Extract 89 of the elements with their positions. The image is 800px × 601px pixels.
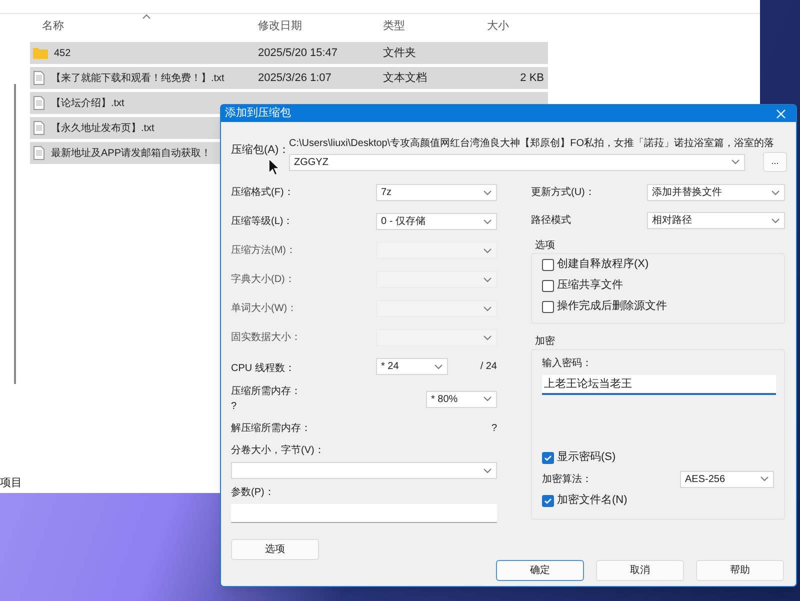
field-label: 加密算法：: [542, 472, 592, 486]
field-label: 压缩所需内存：: [231, 384, 301, 399]
field-label: 压缩方法(M)：: [231, 244, 296, 258]
checkbox-label: 创建自释放程序(X): [557, 256, 649, 272]
dropdown[interactable]: 添加并替换文件: [647, 184, 785, 201]
file-name: 【论坛介绍】.txt: [51, 96, 124, 110]
group-title: 加密: [535, 334, 556, 349]
sort-caret-icon: [142, 14, 151, 19]
field-label: 固实数据大小：: [231, 330, 301, 345]
dropdown[interactable]: ZGGYZ: [289, 154, 745, 170]
thread-total: / 24: [480, 360, 497, 374]
file-name: 452: [54, 46, 71, 60]
folder-icon: [33, 47, 48, 59]
checkbox-label: 压缩共享文件: [557, 278, 623, 294]
status-text: 项目: [0, 476, 22, 491]
field-label: 参数(P)：: [231, 486, 276, 500]
document-icon: [33, 121, 45, 135]
chevron-down-icon: [771, 190, 780, 196]
dropdown[interactable]: * 80%: [426, 390, 497, 408]
chevron-down-icon: [434, 364, 443, 370]
dropdown[interactable]: [231, 462, 497, 479]
field-label: 分卷大小，字节(V)：: [231, 444, 326, 458]
dropdown[interactable]: 相对路径: [647, 212, 785, 229]
dropdown[interactable]: AES-256: [680, 470, 774, 488]
memory-value: ?: [231, 400, 238, 414]
column-header[interactable]: 修改日期: [258, 18, 383, 34]
document-icon: [33, 146, 45, 160]
chevron-down-icon: [483, 306, 492, 312]
archive-path: C:\Users\liuxi\Desktop\专攻高颜值网红台湾渔良大神【郑原创】FO私拍，女推「諾菈」诺拉浴室篇，浴室的落: [289, 136, 776, 151]
chevron-down-icon: [483, 334, 492, 340]
field-label: 压缩等级(L)：: [231, 214, 294, 229]
column-header[interactable]: 类型: [383, 18, 487, 34]
chevron-down-icon: [483, 396, 492, 402]
password-field[interactable]: 上老王论坛当老王: [542, 375, 776, 395]
dialog-button[interactable]: 取消: [596, 560, 684, 581]
checkbox[interactable]: [542, 494, 554, 506]
field-label: 压缩包(A)：: [231, 144, 283, 158]
field-label: 字典大小(D)：: [231, 272, 295, 287]
dialog-button[interactable]: 帮助: [696, 560, 784, 581]
checkbox[interactable]: [542, 300, 554, 312]
dialog-button[interactable]: 确定: [496, 560, 584, 581]
checkbox-label: 操作完成后删除源文件: [557, 298, 667, 314]
checkbox-label: 加密文件名(N): [557, 492, 628, 508]
field-label: 解压缩所需内存：: [231, 422, 311, 436]
chevron-down-icon: [731, 159, 740, 165]
column-header[interactable]: 名称: [30, 18, 258, 34]
field-label: 输入密码：: [542, 356, 593, 371]
chevron-down-icon: [483, 218, 492, 224]
file-type: 文本文档: [383, 70, 428, 86]
file-type: 文件夹: [383, 46, 417, 61]
file-name: 最新地址及APP请发邮箱自动获取！: [51, 146, 212, 160]
field-label: CPU 线程数：: [231, 362, 295, 374]
file-row[interactable]: 452 2025/5/20 15:47 文件夹: [30, 42, 548, 64]
chevron-down-icon: [483, 276, 492, 282]
input-field[interactable]: [231, 504, 497, 523]
checkbox-label: 显示密码(S): [557, 450, 616, 466]
memory-value: ?: [491, 422, 497, 436]
options-button[interactable]: 选项: [231, 539, 319, 560]
chevron-down-icon: [483, 248, 492, 254]
scrollbar[interactable]: [14, 84, 16, 384]
chevron-down-icon: [483, 190, 492, 196]
chevron-down-icon: [771, 218, 780, 224]
check-icon: [544, 454, 552, 460]
document-icon: [33, 96, 45, 110]
document-icon: [33, 71, 45, 85]
chevron-down-icon: [483, 468, 492, 474]
browse-button[interactable]: ...: [763, 152, 787, 172]
dropdown[interactable]: 7z: [376, 184, 497, 201]
field-label: 压缩格式(F)：: [231, 186, 294, 200]
column-header[interactable]: 大小: [487, 18, 548, 34]
field-label: 路径模式: [531, 214, 571, 228]
dropdown[interactable]: 0 - 仅存储: [376, 213, 497, 230]
chevron-down-icon: [760, 476, 769, 482]
check-icon: [544, 498, 552, 504]
group-title: 选项: [535, 238, 556, 253]
modified-date: 2025/3/26 1:07: [258, 70, 332, 86]
file-row[interactable]: 【来了就能下载和观看！纯免费！】.txt 2025/3/26 1:07 文本文档 2 KB: [30, 67, 548, 89]
checkbox[interactable]: [542, 258, 554, 270]
checkbox[interactable]: [542, 452, 554, 464]
checkbox[interactable]: [542, 280, 554, 292]
dropdown[interactable]: * 24: [376, 358, 448, 375]
file-size: 2 KB: [519, 70, 544, 86]
file-name: 【永久地址发布页】.txt: [51, 122, 154, 136]
close-icon[interactable]: [776, 108, 786, 118]
field-label: 更新方式(U)：: [531, 186, 595, 200]
file-name: 【来了就能下载和观看！纯免费！】.txt: [51, 72, 224, 86]
modified-date: 2025/5/20 15:47: [258, 46, 339, 61]
mouse-cursor-icon: [268, 158, 280, 176]
field-label: 单词大小(W)：: [231, 302, 298, 316]
